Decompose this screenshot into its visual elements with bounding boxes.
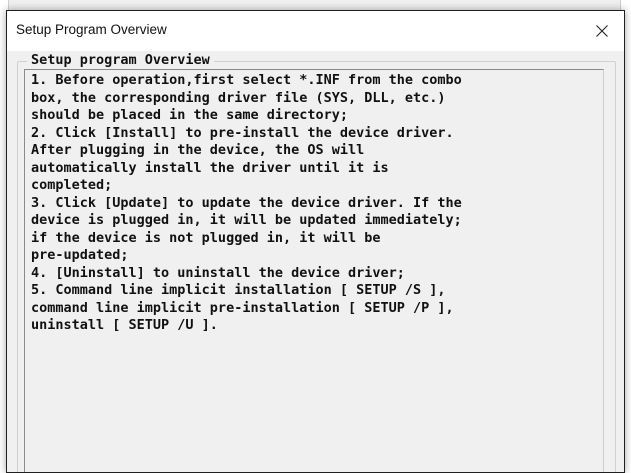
overview-text-line: 2. Click [Install] to pre-install the de…: [31, 124, 454, 141]
overview-text-line: 3. Click [Update] to update the device d…: [31, 194, 462, 211]
overview-text-line: pre-updated;: [31, 247, 129, 263]
overview-text-line: command line implicit pre-installation […: [31, 299, 454, 316]
groupbox-label: Setup program Overview: [27, 52, 214, 69]
overview-text-area[interactable]: 1. Before operation,first select *.INF f…: [24, 69, 604, 472]
overview-text-lines: 1. Before operation,first select *.INF f…: [31, 72, 462, 335]
overview-text-line: After plugging in the device, the OS wil…: [31, 142, 365, 158]
overview-text-line: should be placed in the same directory;: [31, 107, 348, 123]
overview-text-line: device is plugged in, it will be updated…: [31, 212, 462, 228]
window-title: Setup Program Overview: [16, 22, 167, 37]
overview-text-line: 5. Command line implicit installation [ …: [31, 282, 446, 298]
setup-overview-dialog: Setup Program Overview Setup program Ove…: [6, 10, 625, 473]
overview-text-line: 1. Before operation,first select *.INF f…: [31, 72, 462, 88]
overview-text-line: box, the corresponding driver file (SYS,…: [31, 89, 446, 106]
close-button[interactable]: [580, 11, 624, 51]
overview-text-line: completed;: [31, 177, 113, 193]
title-bar[interactable]: Setup Program Overview: [7, 11, 624, 51]
overview-text-line: automatically install the driver until i…: [31, 159, 389, 176]
overview-text-line: 4. [Uninstall] to uninstall the device d…: [31, 264, 405, 281]
overview-text-line: if the device is not plugged in, it will…: [31, 229, 381, 246]
overview-text-line: uninstall [ SETUP /U ].: [31, 317, 218, 333]
close-icon: [596, 25, 608, 37]
